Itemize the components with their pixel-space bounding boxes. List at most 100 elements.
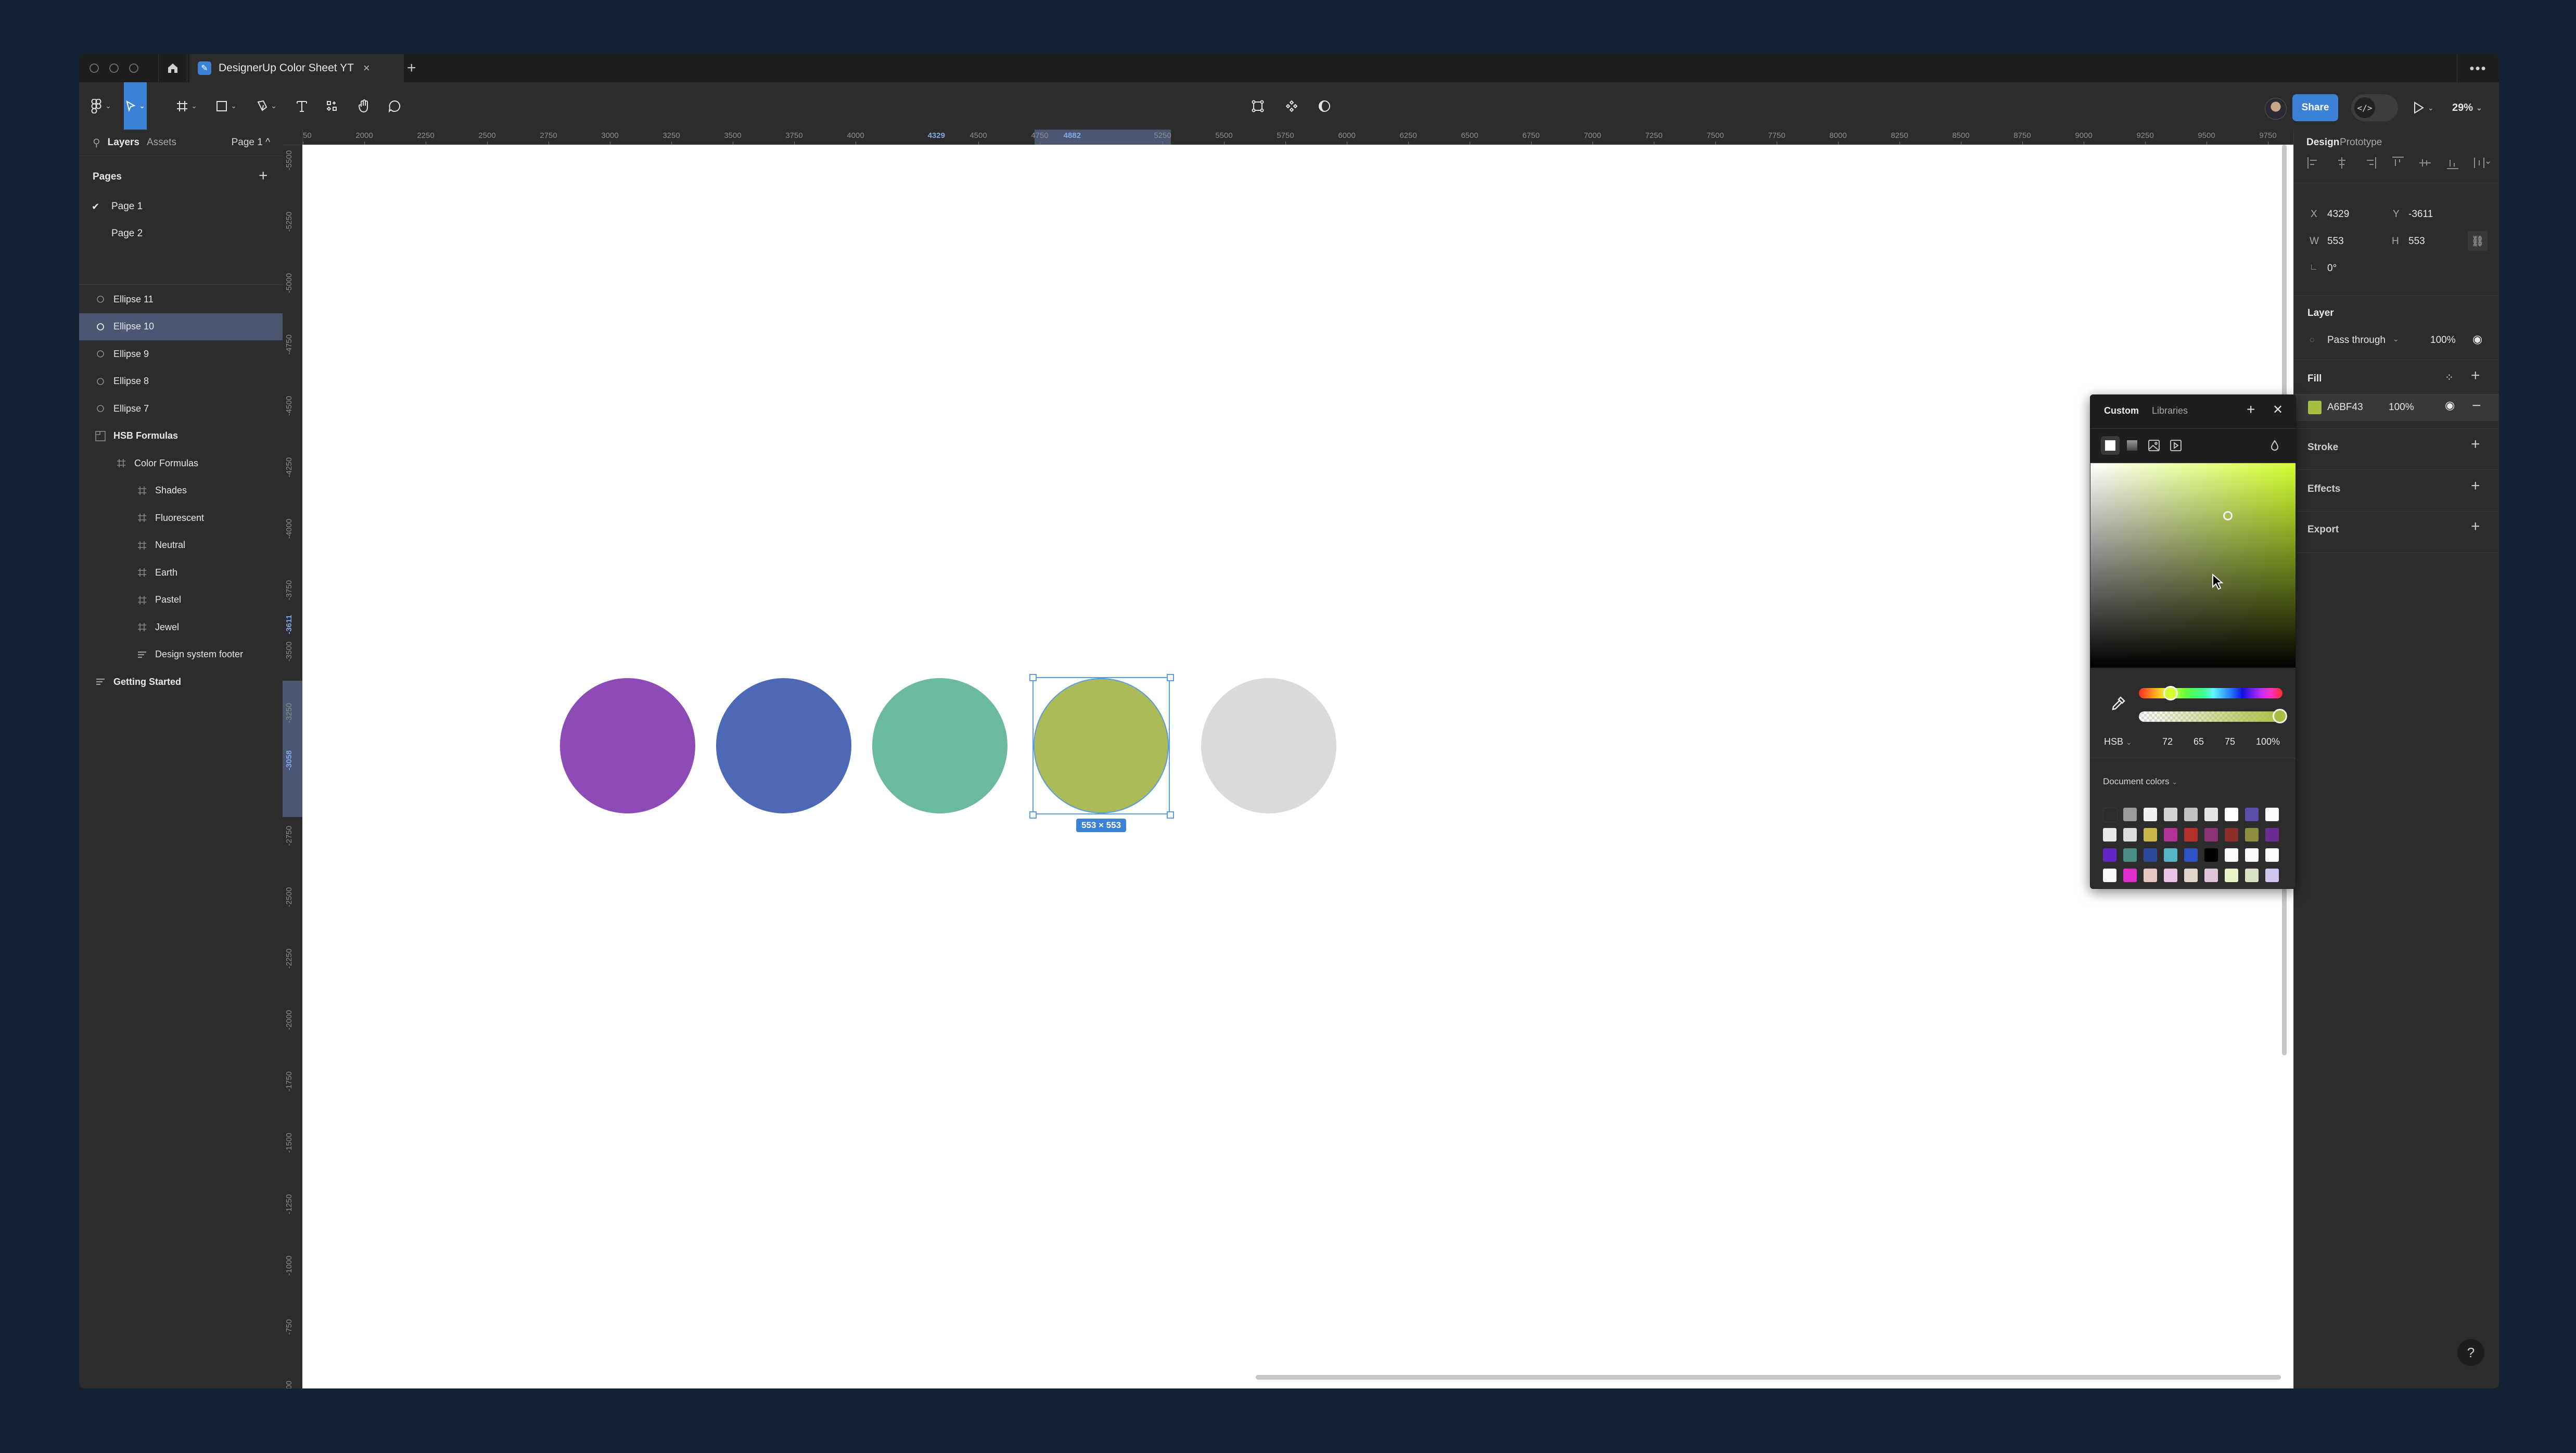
fill-opacity-input[interactable]: 100%: [2389, 402, 2414, 413]
document-color-swatch[interactable]: [2164, 808, 2177, 821]
document-color-swatch[interactable]: [2103, 869, 2116, 882]
y-input[interactable]: -3611: [2408, 209, 2433, 220]
dev-mode-toggle[interactable]: </>: [2351, 94, 2398, 121]
align-right-button[interactable]: [2363, 156, 2377, 170]
user-avatar[interactable]: [2265, 98, 2287, 120]
document-color-swatch[interactable]: [2123, 848, 2137, 862]
page-item-page-1[interactable]: ✔ Page 1: [79, 193, 283, 220]
document-color-swatch[interactable]: [2204, 869, 2218, 882]
align-bottom-button[interactable]: [2445, 156, 2460, 170]
document-color-swatch[interactable]: [2184, 828, 2198, 842]
layer-item[interactable]: Ellipse 8: [79, 368, 283, 395]
document-color-swatch[interactable]: [2144, 869, 2157, 882]
solid-fill-button[interactable]: [2101, 436, 2120, 455]
document-color-swatch[interactable]: [2123, 869, 2137, 882]
components-button[interactable]: [1281, 82, 1302, 130]
ellipse-ellipse-11[interactable]: [1201, 678, 1336, 813]
document-color-swatch[interactable]: [2245, 848, 2259, 862]
document-color-swatch[interactable]: [2123, 828, 2137, 842]
layer-item[interactable]: Shades: [79, 477, 283, 504]
layer-item[interactable]: Jewel: [79, 614, 283, 641]
fill-color-swatch[interactable]: [2308, 401, 2322, 414]
alpha-input[interactable]: 100%: [2256, 736, 2280, 747]
frame-tool-button[interactable]: ⌄: [174, 82, 200, 130]
tab-assets[interactable]: Assets: [147, 137, 176, 148]
add-style-button[interactable]: +: [2247, 401, 2255, 418]
new-tab-button[interactable]: +: [407, 54, 416, 82]
document-color-swatch[interactable]: [2204, 808, 2218, 821]
resources-button[interactable]: [322, 82, 342, 130]
layer-item[interactable]: Getting Started: [79, 668, 283, 695]
present-button[interactable]: ⌄: [2413, 94, 2434, 121]
layer-item[interactable]: Ellipse 7: [79, 395, 283, 422]
saturation-brightness-handle[interactable]: [2223, 511, 2233, 520]
canvas[interactable]: 553 × 553: [302, 145, 2293, 1388]
home-button[interactable]: [158, 54, 187, 82]
horizontal-scrollbar[interactable]: [1256, 1375, 2281, 1380]
fill-row[interactable]: A6BF43 100% ◉ −: [2294, 394, 2499, 421]
layer-item[interactable]: Fluorescent: [79, 504, 283, 531]
add-stroke-button[interactable]: +: [2471, 436, 2480, 453]
layer-opacity-input[interactable]: 100%: [2430, 335, 2456, 346]
styles-grid-icon[interactable]: ⁘: [2445, 371, 2454, 384]
hand-tool-button[interactable]: [353, 82, 374, 130]
layer-item[interactable]: Color Formulas: [79, 450, 283, 477]
window-close-button[interactable]: [90, 63, 99, 73]
add-effect-button[interactable]: +: [2471, 477, 2480, 495]
saturation-input[interactable]: 65: [2194, 736, 2204, 747]
tab-prototype[interactable]: Prototype: [2340, 137, 2382, 148]
fill-hex-input[interactable]: A6BF43: [2327, 402, 2363, 413]
blend-mode-dropdown[interactable]: Pass through: [2327, 335, 2386, 346]
document-color-swatch[interactable]: [2103, 808, 2118, 822]
height-input[interactable]: 553: [2408, 236, 2425, 247]
document-color-swatch[interactable]: [2164, 828, 2177, 842]
window-minimize-button[interactable]: [109, 63, 119, 73]
layer-item[interactable]: Ellipse 10: [79, 313, 283, 340]
ellipse-ellipse-8[interactable]: [716, 678, 851, 813]
page-item-page-2[interactable]: Page 2: [79, 220, 283, 247]
document-color-swatch[interactable]: [2245, 808, 2259, 821]
document-color-swatch[interactable]: [2144, 828, 2157, 842]
resize-handle[interactable]: [1029, 811, 1037, 819]
document-color-swatch[interactable]: [2184, 808, 2198, 821]
help-button[interactable]: ?: [2457, 1339, 2484, 1366]
add-fill-button[interactable]: +: [2471, 367, 2480, 385]
fill-visibility-eye-icon[interactable]: ◉: [2445, 399, 2455, 412]
more-options-button[interactable]: •••: [2457, 54, 2499, 82]
pen-tool-button[interactable]: ⌄: [253, 82, 279, 130]
hue-slider-handle[interactable]: [2163, 686, 2178, 700]
layer-item[interactable]: Pastel: [79, 587, 283, 614]
document-color-swatch[interactable]: [2265, 808, 2279, 821]
visibility-eye-icon[interactable]: ◉: [2472, 333, 2482, 346]
opacity-slider-handle[interactable]: [2273, 709, 2287, 723]
brightness-input[interactable]: 75: [2225, 736, 2235, 747]
document-color-swatch[interactable]: [2225, 869, 2238, 882]
document-color-swatch[interactable]: [2225, 848, 2238, 862]
video-fill-button[interactable]: [2166, 436, 2185, 455]
image-fill-button[interactable]: [2145, 436, 2163, 455]
constrain-proportions-button[interactable]: ⛓: [2468, 231, 2488, 251]
theme-toggle-button[interactable]: [1314, 82, 1335, 130]
remove-fill-button[interactable]: −: [2472, 397, 2481, 415]
tab-custom[interactable]: Custom: [2104, 405, 2139, 416]
layer-item[interactable]: Earth: [79, 559, 283, 586]
document-color-swatch[interactable]: [2103, 828, 2116, 842]
shape-tool-button[interactable]: ⌄: [213, 82, 239, 130]
tab-layers[interactable]: Layers: [108, 137, 139, 148]
hue-slider[interactable]: [2139, 688, 2282, 698]
rotation-input[interactable]: 0°: [2327, 263, 2337, 274]
layer-item[interactable]: Design system footer: [79, 641, 283, 668]
file-tab[interactable]: ✎ DesignerUp Color Sheet YT ×: [189, 54, 404, 82]
document-color-swatch[interactable]: [2245, 828, 2259, 842]
ellipse-ellipse-9[interactable]: [872, 678, 1008, 813]
opacity-slider[interactable]: [2139, 711, 2282, 722]
align-center-h-button[interactable]: [2335, 156, 2349, 170]
zoom-level-dropdown[interactable]: 29% ⌄: [2452, 94, 2482, 121]
document-color-swatch[interactable]: [2225, 828, 2238, 842]
main-menu-button[interactable]: ⌄: [86, 82, 116, 130]
comment-tool-button[interactable]: [384, 82, 405, 130]
add-export-button[interactable]: +: [2471, 518, 2480, 536]
document-color-swatch[interactable]: [2245, 869, 2259, 882]
document-color-swatch[interactable]: [2123, 808, 2137, 821]
resize-handle[interactable]: [1167, 811, 1174, 819]
